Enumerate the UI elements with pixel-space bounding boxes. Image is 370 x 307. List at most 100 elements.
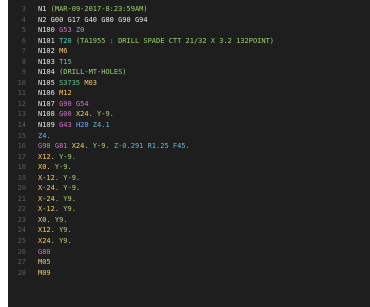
line-number: 23	[17, 215, 26, 224]
code-token: N100	[38, 26, 60, 35]
code-token: X0.	[38, 215, 55, 224]
code-line[interactable]: 6 N101 T20 (TA1955 : DRILL SPADE CTT 21/3…	[8, 36, 370, 47]
line-content: N108 G00 X24. Y-9.	[38, 109, 370, 120]
code-token: X-24.	[38, 194, 64, 203]
line-number: 21	[17, 194, 26, 203]
code-token: G00 G17 G40 G80 G90 G94	[50, 15, 148, 24]
line-number: 17	[17, 152, 26, 161]
line-number: 18	[17, 163, 26, 172]
line-number: 22	[17, 205, 26, 214]
line-number: 8	[21, 57, 26, 66]
line-number: 26	[17, 247, 26, 256]
code-token: Y9.	[59, 237, 72, 246]
code-line[interactable]: 4 N2 G00 G17 G40 G80 G90 G94	[8, 15, 370, 26]
line-content: Z4.	[38, 131, 370, 142]
code-line[interactable]: 24 X12. Y9.	[8, 225, 370, 236]
code-token: X24.	[71, 142, 93, 151]
code-token: X12.	[38, 226, 60, 235]
line-content: M05	[38, 257, 370, 268]
code-line[interactable]: 3 N1 (MAR-09-2017-8:23:59AM)	[8, 4, 370, 15]
code-line[interactable]: 16 G98 G81 X24. Y-9. Z-0.291 R1.25 F45.	[8, 141, 370, 152]
line-number: 15	[17, 131, 26, 140]
line-number: 11	[17, 89, 26, 98]
code-line[interactable]: 22 X-12. Y9.	[8, 204, 370, 215]
code-line[interactable]: 14 N109 G43 H20 Z4.1	[8, 120, 370, 131]
line-number: 25	[17, 237, 26, 246]
code-token: Y9.	[63, 194, 76, 203]
code-line[interactable]: 8 N103 T15	[8, 57, 370, 68]
code-token: G43	[59, 121, 76, 130]
code-token: Y-9.	[54, 163, 72, 172]
code-token: Z0	[75, 26, 85, 35]
code-token: G00	[59, 110, 76, 119]
code-token: N2	[38, 15, 51, 24]
code-token: M12	[59, 89, 72, 98]
code-line[interactable]: 18 X0. Y-9.	[8, 162, 370, 173]
line-content: X-12. Y9.	[38, 204, 370, 215]
line-content: N103 T15	[38, 57, 370, 68]
line-number: 20	[17, 184, 26, 193]
code-token: Y-9.	[63, 184, 81, 193]
line-content: N104 (DRILL-MT-HOLES)	[38, 67, 370, 78]
code-token: X-12.	[38, 173, 64, 182]
code-token: Y-9.	[97, 110, 114, 119]
code-line[interactable]: 25 X24. Y9.	[8, 236, 370, 247]
code-line[interactable]: 10 N105 S3735 M03	[8, 78, 370, 89]
code-line[interactable]: 19 X-12. Y-9.	[8, 173, 370, 184]
code-token: N107	[38, 99, 60, 108]
code-token: M05	[38, 258, 51, 267]
code-line[interactable]: 21 X-24. Y9.	[8, 194, 370, 205]
code-token: (DRILL-MT-HOLES)	[59, 68, 127, 77]
code-lines: 3 N1 (MAR-09-2017-8:23:59AM) 4 N2 G00 G17 G…	[8, 4, 370, 278]
code-token: Y-9.	[59, 152, 76, 161]
line-content: X0. Y9.	[38, 215, 370, 226]
line-content: X12. Y9.	[38, 225, 370, 236]
code-token: X-12.	[38, 205, 64, 214]
code-token: Z4.1	[92, 121, 110, 130]
code-token: Z4.	[38, 131, 51, 140]
line-content: N109 G43 H20 Z4.1	[38, 120, 370, 131]
code-token: G80	[38, 247, 51, 256]
code-token: T15	[59, 57, 72, 66]
code-line[interactable]: 17 X12. Y-9.	[8, 152, 370, 163]
line-number: 5	[21, 26, 26, 35]
code-token: G90 G54	[59, 99, 89, 108]
code-token: N109	[38, 121, 60, 130]
line-number: 24	[17, 226, 26, 235]
line-number: 12	[17, 99, 26, 108]
line-number: 13	[17, 110, 26, 119]
line-content: N105 S3735 M03	[38, 78, 370, 89]
line-content: N1 (MAR-09-2017-8:23:59AM)	[38, 4, 370, 15]
code-token: S3735	[59, 78, 85, 87]
code-line[interactable]: 23 X0. Y9.	[8, 215, 370, 226]
line-number: 6	[21, 36, 26, 45]
code-token: Y9.	[63, 205, 76, 214]
code-line[interactable]: 13 N108 G00 X24. Y-9.	[8, 109, 370, 120]
line-number: 16	[17, 142, 26, 151]
line-content: X-12. Y-9.	[38, 173, 370, 184]
line-content: N101 T20 (TA1955 : DRILL SPADE CTT 21/32…	[38, 36, 370, 47]
code-line[interactable]: 28 M09	[8, 268, 370, 279]
code-line[interactable]: 5 N100 G53 Z0	[8, 25, 370, 36]
code-line[interactable]: 26 G80	[8, 247, 370, 258]
code-token: T20	[59, 36, 76, 45]
line-number: 4	[21, 15, 26, 24]
line-number: 27	[17, 258, 26, 267]
line-content: X-24. Y9.	[38, 194, 370, 205]
code-line[interactable]: 15 Z4.	[8, 131, 370, 142]
code-line[interactable]: 12 N107 G90 G54	[8, 99, 370, 110]
code-token: M6	[59, 47, 68, 56]
code-line[interactable]: 7 N102 M6	[8, 46, 370, 57]
code-token: Y9.	[59, 226, 72, 235]
line-content: N102 M6	[38, 46, 370, 57]
code-token: (TA1955 : DRILL SPADE CTT 21/32 X 3.2 13…	[75, 36, 275, 45]
code-line[interactable]: 20 X-24. Y-9.	[8, 183, 370, 194]
code-token: M09	[38, 268, 51, 277]
code-line[interactable]: 11 N106 M12	[8, 88, 370, 99]
code-line[interactable]: 27 M05	[8, 257, 370, 268]
line-number: 9	[21, 68, 26, 77]
code-line[interactable]: 9 N104 (DRILL-MT-HOLES)	[8, 67, 370, 78]
code-editor[interactable]: 3 N1 (MAR-09-2017-8:23:59AM) 4 N2 G00 G17 G…	[8, 0, 370, 307]
code-token: Y-9.	[92, 142, 114, 151]
code-token: (MAR-09-2017-8:23:59AM)	[46, 5, 148, 13]
